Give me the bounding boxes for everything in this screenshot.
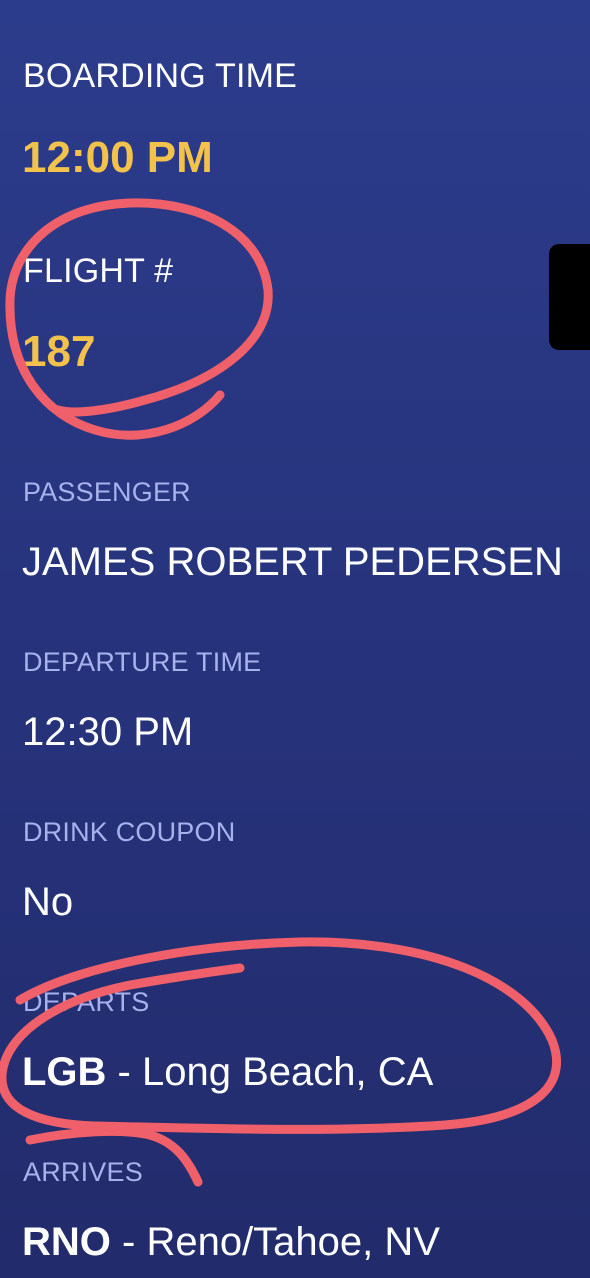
departs-label: DEPARTS bbox=[23, 987, 150, 1017]
boarding-time-value: 12:00 PM bbox=[22, 133, 213, 182]
departure-time-label: DEPARTURE TIME bbox=[23, 647, 262, 677]
drink-coupon-label: DRINK COUPON bbox=[23, 817, 236, 847]
departs-separator: - bbox=[106, 1050, 142, 1094]
departs-value: LGB - Long Beach, CA bbox=[22, 1050, 433, 1095]
passenger-value: JAMES ROBERT PEDERSEN bbox=[22, 540, 563, 584]
edge-panel-handle[interactable] bbox=[549, 244, 590, 350]
arrives-label: ARRIVES bbox=[23, 1157, 143, 1187]
drink-coupon-value: No bbox=[22, 880, 74, 924]
arrives-value: RNO - Reno/Tahoe, NV bbox=[22, 1220, 440, 1265]
departure-time-value: 12:30 PM bbox=[22, 710, 194, 754]
flight-number-value: 187 bbox=[22, 327, 96, 376]
flight-number-label: FLIGHT # bbox=[23, 252, 174, 290]
departs-circle-annotation bbox=[0, 937, 561, 1134]
arrives-city: Reno/Tahoe, NV bbox=[146, 1220, 440, 1264]
flight-number-circle-annotation bbox=[5, 198, 273, 440]
boarding-time-label: BOARDING TIME bbox=[23, 57, 298, 95]
arrives-airport-code: RNO bbox=[22, 1220, 111, 1264]
departs-city: Long Beach, CA bbox=[141, 1050, 434, 1094]
departs-airport-code: LGB bbox=[22, 1050, 107, 1094]
passenger-label: PASSENGER bbox=[23, 477, 191, 507]
arrives-separator: - bbox=[110, 1220, 147, 1264]
boarding-pass-screen: BOARDING TIME 12:00 PM FLIGHT # 187 PASS… bbox=[0, 0, 590, 1278]
